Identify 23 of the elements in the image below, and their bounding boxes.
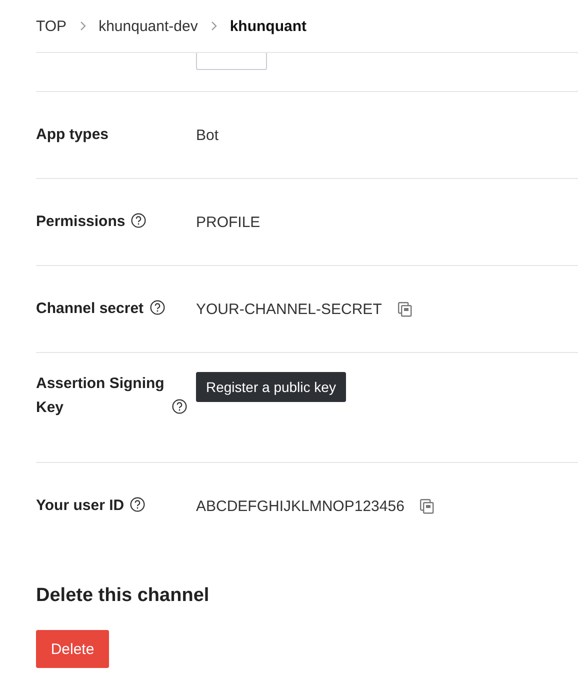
chevron-right-icon: [78, 21, 87, 31]
field-value: PROFILE: [196, 214, 260, 230]
field-label: Your user ID: [36, 497, 124, 514]
breadcrumb-item[interactable]: khunquant-dev: [98, 18, 198, 34]
chevron-right-icon: [210, 21, 218, 31]
breadcrumb-item[interactable]: TOP: [36, 18, 67, 34]
help-icon[interactable]: [130, 497, 146, 512]
breadcrumb-item: khunquant: [230, 18, 306, 34]
register-key-button[interactable]: Register a public key: [196, 372, 346, 402]
field-label: Assertion Signing Key: [36, 374, 166, 418]
delete-button[interactable]: Delete: [36, 630, 109, 668]
section-heading: Delete this channel: [36, 585, 210, 607]
field-label: Permissions: [36, 213, 126, 230]
field-value: Bot: [196, 126, 219, 144]
copy-icon[interactable]: [398, 302, 412, 316]
help-icon[interactable]: [131, 213, 146, 228]
help-icon[interactable]: [172, 399, 187, 414]
field-label: Channel secret: [36, 300, 144, 317]
field-value: ABCDEFGHIJKLMNOP123456: [196, 498, 404, 514]
copy-icon[interactable]: [420, 498, 434, 514]
field-value: YOUR-CHANNEL-SECRET: [196, 300, 382, 318]
field-label: App types: [36, 126, 109, 143]
help-icon[interactable]: [150, 300, 165, 315]
